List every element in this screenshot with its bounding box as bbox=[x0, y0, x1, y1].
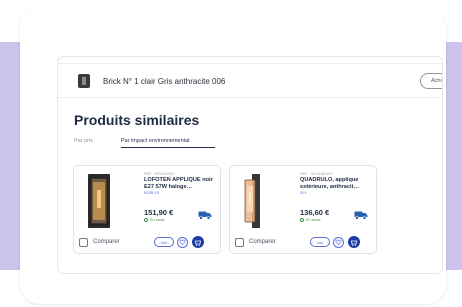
product-page-panel: Brick N° 1 clair Gris anthracite 006 Ach… bbox=[57, 56, 443, 274]
compare-label[interactable]: Comparer bbox=[249, 239, 276, 245]
wall-lamp-image bbox=[88, 174, 110, 228]
product-brand[interactable]: NORLYS bbox=[144, 191, 159, 195]
tab-by-price[interactable]: Par prix bbox=[74, 138, 93, 144]
cart-icon bbox=[195, 240, 201, 246]
compare-label[interactable]: Comparer bbox=[93, 239, 120, 245]
view-button[interactable]: Voir bbox=[154, 237, 174, 247]
product-name-link[interactable]: LOFOTEN APPLIQUE noir E27 57W haloge… bbox=[144, 177, 216, 190]
wall-lamp-image bbox=[244, 174, 260, 228]
stock-check-icon bbox=[144, 218, 148, 222]
compare-checkbox[interactable] bbox=[79, 238, 88, 247]
compare-checkbox[interactable] bbox=[235, 238, 244, 247]
stock-check-icon bbox=[300, 218, 304, 222]
product-price: 151,90 € bbox=[144, 208, 174, 217]
stock-label: En stock bbox=[150, 218, 165, 222]
product-brand[interactable]: SLV bbox=[300, 191, 307, 195]
tab-by-environmental-impact[interactable]: Par impact environnemental bbox=[121, 138, 189, 144]
stock-status: En stock bbox=[144, 218, 165, 222]
current-product-name: Brick N° 1 clair Gris anthracite 006 bbox=[103, 77, 226, 86]
cart-icon bbox=[351, 240, 357, 246]
heart-icon bbox=[335, 239, 342, 246]
favorite-button[interactable] bbox=[333, 237, 344, 248]
product-reference: REF : NOI12403V bbox=[144, 172, 175, 176]
delivery-truck-icon bbox=[198, 211, 212, 220]
delivery-truck-icon bbox=[354, 211, 368, 220]
view-button[interactable]: Voir bbox=[310, 237, 330, 247]
divider bbox=[58, 97, 442, 98]
product-reference: REF : SCI1U62403 bbox=[300, 172, 333, 176]
divider bbox=[58, 63, 442, 64]
product-card[interactable]: REF : SCI1U62403 QUADRULO, applique exté… bbox=[229, 165, 377, 254]
section-title: Produits similaires bbox=[74, 112, 200, 128]
heart-icon bbox=[179, 239, 186, 246]
add-to-cart-button[interactable] bbox=[348, 236, 360, 248]
product-thumbnail-icon bbox=[78, 74, 90, 88]
add-to-cart-button[interactable] bbox=[192, 236, 204, 248]
stock-label: En stock bbox=[306, 218, 321, 222]
product-name-link[interactable]: QUADRULO, applique extérieure, anthracit… bbox=[300, 177, 372, 190]
product-card[interactable]: REF : NOI12403V LOFOTEN APPLIQUE noir E2… bbox=[73, 165, 221, 254]
stock-status: En stock bbox=[300, 218, 321, 222]
preview-card: Brick N° 1 clair Gris anthracite 006 Ach… bbox=[20, 8, 446, 304]
favorite-button[interactable] bbox=[177, 237, 188, 248]
active-tab-indicator bbox=[121, 147, 215, 148]
product-price: 136,60 € bbox=[300, 208, 330, 217]
buy-button[interactable]: Achat bbox=[420, 73, 442, 89]
